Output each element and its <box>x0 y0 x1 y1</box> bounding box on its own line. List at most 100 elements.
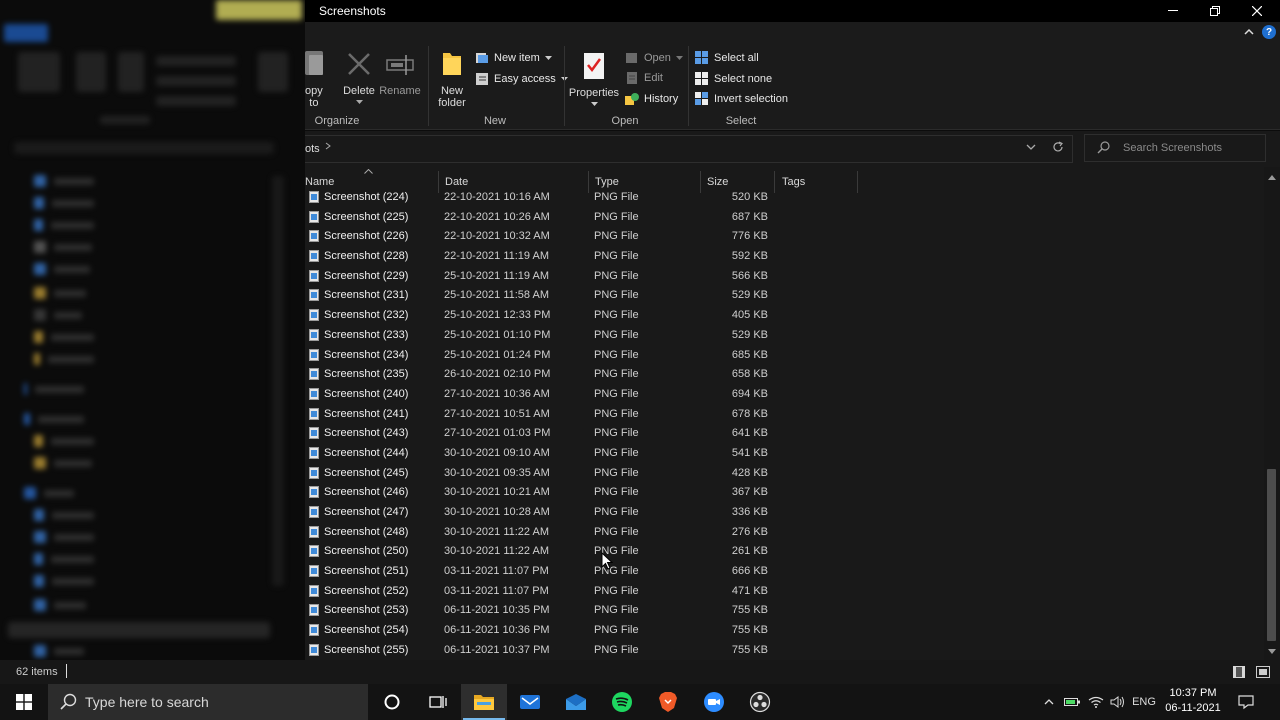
select-none-button[interactable]: Select none <box>695 70 772 88</box>
file-row[interactable]: Screenshot (229) 25-10-2021 11:19 AM PNG F… <box>305 266 865 286</box>
collapse-ribbon-icon[interactable] <box>1244 26 1254 38</box>
help-icon[interactable]: ? <box>1262 25 1276 39</box>
mail-taskbar-button[interactable] <box>507 684 553 720</box>
file-type: PNG File <box>594 486 639 499</box>
breadcrumb[interactable]: ots <box>305 143 320 155</box>
file-name[interactable]: Screenshot (251) <box>324 565 408 577</box>
battery-tray-button[interactable] <box>1062 684 1082 720</box>
file-name[interactable]: Screenshot (233) <box>324 329 408 341</box>
minimize-button[interactable] <box>1152 0 1194 22</box>
taskbar-search-box[interactable]: Type here to search <box>48 684 368 720</box>
file-name[interactable]: Screenshot (246) <box>324 486 408 498</box>
vertical-scrollbar[interactable] <box>1264 167 1280 660</box>
file-row[interactable]: Screenshot (228) 22-10-2021 11:19 AM PNG F… <box>305 246 865 266</box>
file-name[interactable]: Screenshot (229) <box>324 270 408 282</box>
file-name[interactable]: Screenshot (245) <box>324 467 408 479</box>
select-all-button[interactable]: Select all <box>695 49 759 67</box>
cortana-button[interactable] <box>369 684 415 720</box>
file-name[interactable]: Screenshot (226) <box>324 230 408 242</box>
file-row[interactable]: Screenshot (246) 30-10-2021 10:21 AM PNG F… <box>305 482 865 502</box>
file-explorer-taskbar-button[interactable] <box>461 684 507 720</box>
file-row[interactable]: Screenshot (243) 27-10-2021 01:03 PM PNG F… <box>305 423 865 443</box>
search-icon <box>1097 141 1110 157</box>
system-clock[interactable]: 10:37 PM 06-11-2021 <box>1160 686 1226 716</box>
copy-to-button[interactable]: opy to <box>305 48 327 109</box>
maximize-button[interactable] <box>1194 0 1236 22</box>
file-name[interactable]: Screenshot (228) <box>324 250 408 262</box>
scrollbar-thumb[interactable] <box>1267 469 1276 641</box>
file-row[interactable]: Screenshot (233) 25-10-2021 01:10 PM PNG F… <box>305 325 865 345</box>
scroll-up-arrow-icon[interactable] <box>1268 173 1276 182</box>
file-row[interactable]: Screenshot (248) 30-10-2021 11:22 AM PNG F… <box>305 522 865 542</box>
file-row[interactable]: Screenshot (254) 06-11-2021 10:36 PM PNG F… <box>305 620 865 640</box>
address-history-dropdown[interactable] <box>1026 142 1036 153</box>
brave-taskbar-button[interactable] <box>645 684 691 720</box>
file-name[interactable]: Screenshot (247) <box>324 506 408 518</box>
address-bar[interactable]: ots <box>305 135 1073 163</box>
file-name[interactable]: Screenshot (235) <box>324 368 408 380</box>
file-name[interactable]: Screenshot (248) <box>324 526 408 538</box>
input-language-indicator[interactable]: ENG <box>1130 684 1158 720</box>
obs-taskbar-button[interactable] <box>737 684 783 720</box>
file-row[interactable]: Screenshot (234) 25-10-2021 01:24 PM PNG F… <box>305 345 865 365</box>
show-hidden-icons-button[interactable] <box>1040 684 1058 720</box>
file-name[interactable]: Screenshot (252) <box>324 585 408 597</box>
file-row[interactable]: Screenshot (247) 30-10-2021 10:28 AM PNG F… <box>305 502 865 522</box>
easy-access-button[interactable]: Easy access <box>475 70 568 88</box>
edit-button[interactable]: Edit <box>625 69 663 87</box>
breadcrumb-chevron-icon[interactable] <box>325 142 331 153</box>
file-name[interactable]: Screenshot (232) <box>324 309 408 321</box>
task-view-button[interactable] <box>415 684 461 720</box>
start-button[interactable] <box>0 684 48 720</box>
file-row[interactable]: Screenshot (250) 30-10-2021 11:22 AM PNG F… <box>305 541 865 561</box>
file-name[interactable]: Screenshot (241) <box>324 408 408 420</box>
invert-selection-button[interactable]: Invert selection <box>695 90 788 108</box>
file-row[interactable]: Screenshot (244) 30-10-2021 09:10 AM PNG F… <box>305 443 865 463</box>
file-name[interactable]: Screenshot (254) <box>324 624 408 636</box>
file-name[interactable]: Screenshot (224) <box>324 191 408 203</box>
delete-button[interactable]: Delete <box>342 48 376 105</box>
file-size: 687 KB <box>731 210 768 223</box>
file-type: PNG File <box>594 624 639 637</box>
file-row[interactable]: Screenshot (226) 22-10-2021 10:32 AM PNG F… <box>305 226 865 246</box>
file-name[interactable]: Screenshot (255) <box>324 644 408 656</box>
scroll-down-arrow-icon[interactable] <box>1268 647 1276 656</box>
close-button[interactable] <box>1236 0 1278 22</box>
rename-button[interactable]: Rename <box>379 48 421 97</box>
file-row[interactable]: Screenshot (232) 25-10-2021 12:33 PM PNG F… <box>305 305 865 325</box>
search-box[interactable]: Search Screenshots <box>1084 134 1266 162</box>
file-row[interactable]: Screenshot (252) 03-11-2021 11:07 PM PNG F… <box>305 581 865 601</box>
spotify-taskbar-button[interactable] <box>599 684 645 720</box>
file-row[interactable]: Screenshot (253) 06-11-2021 10:35 PM PNG F… <box>305 600 865 620</box>
file-name[interactable]: Screenshot (253) <box>324 604 408 616</box>
refresh-button[interactable] <box>1052 141 1064 156</box>
history-button[interactable]: History <box>625 90 678 108</box>
file-name[interactable]: Screenshot (250) <box>324 545 408 557</box>
file-name[interactable]: Screenshot (225) <box>324 211 408 223</box>
open-button[interactable]: Open <box>625 49 683 67</box>
file-row[interactable]: Screenshot (255) 06-11-2021 10:37 PM PNG F… <box>305 640 865 660</box>
new-item-button[interactable]: New item <box>475 49 552 67</box>
file-name[interactable]: Screenshot (240) <box>324 388 408 400</box>
file-name[interactable]: Screenshot (231) <box>324 289 408 301</box>
action-center-button[interactable] <box>1234 684 1258 720</box>
file-row[interactable]: Screenshot (224) 22-10-2021 10:16 AM PNG F… <box>305 187 865 207</box>
zoom-taskbar-button[interactable] <box>691 684 737 720</box>
details-view-button[interactable] <box>1231 664 1247 679</box>
file-name[interactable]: Screenshot (244) <box>324 447 408 459</box>
properties-button[interactable]: Properties <box>568 50 620 107</box>
file-row[interactable]: Screenshot (235) 26-10-2021 02:10 PM PNG F… <box>305 364 865 384</box>
file-row[interactable]: Screenshot (241) 27-10-2021 10:51 AM PNG F… <box>305 404 865 424</box>
file-row[interactable]: Screenshot (245) 30-10-2021 09:35 AM PNG F… <box>305 463 865 483</box>
outlook-taskbar-button[interactable] <box>553 684 599 720</box>
network-tray-button[interactable] <box>1086 684 1106 720</box>
file-row[interactable]: Screenshot (225) 22-10-2021 10:26 AM PNG F… <box>305 207 865 227</box>
file-row[interactable]: Screenshot (240) 27-10-2021 10:36 AM PNG F… <box>305 384 865 404</box>
large-icons-view-button[interactable] <box>1255 664 1271 679</box>
volume-tray-button[interactable] <box>1108 684 1128 720</box>
file-name[interactable]: Screenshot (234) <box>324 349 408 361</box>
file-name[interactable]: Screenshot (243) <box>324 427 408 439</box>
file-row[interactable]: Screenshot (231) 25-10-2021 11:58 AM PNG F… <box>305 285 865 305</box>
file-row[interactable]: Screenshot (251) 03-11-2021 11:07 PM PNG F… <box>305 561 865 581</box>
new-folder-button[interactable]: New folder <box>433 48 471 109</box>
